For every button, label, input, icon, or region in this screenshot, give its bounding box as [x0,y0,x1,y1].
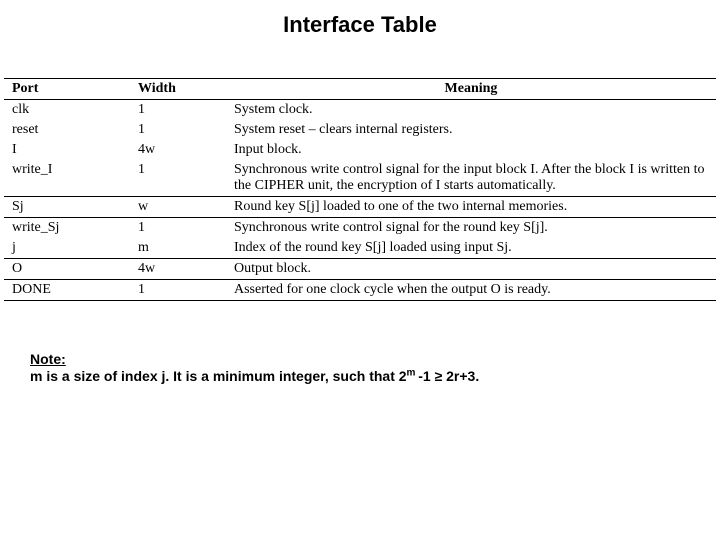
meaning-cell: Synchronous write control signal for the… [226,218,716,239]
width-cell: 1 [130,120,226,140]
table-row: write_Sj 1 Synchronous write control sig… [4,218,716,239]
note-sup: m [407,367,419,378]
header-width: Width [130,79,226,100]
table-row: reset 1 System reset – clears internal r… [4,120,716,140]
table-row: Sj w Round key S[j] loaded to one of the… [4,197,716,218]
note-text-mid: -1 ≥ 2r+3. [418,368,479,384]
note-block: Note: m is a size of index j. It is a mi… [0,301,720,384]
port-cell: reset [4,120,130,140]
port-cell: write_I [4,160,130,197]
width-cell: 1 [130,160,226,197]
width-cell: m [130,238,226,259]
width-cell: 4w [130,140,226,160]
meaning-cell: System reset – clears internal registers… [226,120,716,140]
port-cell: DONE [4,280,130,301]
meaning-cell: Index of the round key S[j] loaded using… [226,238,716,259]
meaning-cell: Synchronous write control signal for the… [226,160,716,197]
table-row: I 4w Input block. [4,140,716,160]
width-cell: 4w [130,259,226,280]
port-cell: write_Sj [4,218,130,239]
interface-table: Port Width Meaning clk 1 System clock. r… [4,78,716,301]
header-port: Port [4,79,130,100]
note-text: m is a size of index j. It is a minimum … [30,368,479,384]
port-cell: O [4,259,130,280]
table-header-row: Port Width Meaning [4,79,716,100]
page-title: Interface Table [0,0,720,78]
port-cell: j [4,238,130,259]
header-meaning: Meaning [226,79,716,100]
meaning-cell: System clock. [226,100,716,121]
meaning-cell: Round key S[j] loaded to one of the two … [226,197,716,218]
port-cell: Sj [4,197,130,218]
table-row: clk 1 System clock. [4,100,716,121]
note-text-prefix: m is a size of index j. It is a minimum … [30,368,407,384]
meaning-cell: Asserted for one clock cycle when the ou… [226,280,716,301]
port-cell: I [4,140,130,160]
meaning-cell: Input block. [226,140,716,160]
width-cell: 1 [130,100,226,121]
port-cell: clk [4,100,130,121]
table-row: O 4w Output block. [4,259,716,280]
width-cell: 1 [130,280,226,301]
interface-table-container: Port Width Meaning clk 1 System clock. r… [4,78,716,301]
width-cell: 1 [130,218,226,239]
table-row: write_I 1 Synchronous write control sign… [4,160,716,197]
meaning-cell: Output block. [226,259,716,280]
note-label: Note: [30,351,66,367]
width-cell: w [130,197,226,218]
table-row: j m Index of the round key S[j] loaded u… [4,238,716,259]
table-row: DONE 1 Asserted for one clock cycle when… [4,280,716,301]
